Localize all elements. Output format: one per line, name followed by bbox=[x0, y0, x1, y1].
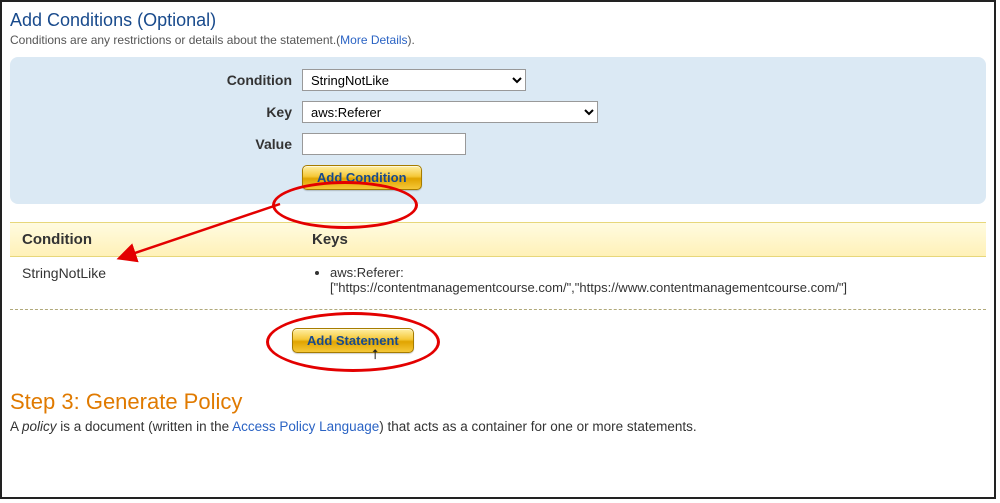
access-policy-language-link[interactable]: Access Policy Language bbox=[232, 419, 379, 434]
dashed-separator bbox=[10, 309, 986, 310]
key-label: Key bbox=[20, 104, 302, 120]
step3-title: Step 3: Generate Policy bbox=[10, 389, 986, 415]
list-item: aws:Referer: ["https://contentmanagement… bbox=[330, 265, 986, 295]
conditions-description: Conditions are any restrictions or detai… bbox=[10, 33, 986, 47]
desc-suffix: ). bbox=[408, 33, 415, 47]
keys-list: aws:Referer: ["https://contentmanagement… bbox=[312, 265, 986, 295]
conditions-table-header: Condition Keys bbox=[10, 222, 986, 257]
step3-mid: is a document (written in the bbox=[57, 419, 233, 434]
key-values: ["https://contentmanagementcourse.com/",… bbox=[330, 280, 847, 295]
add-condition-button[interactable]: Add Condition bbox=[302, 165, 422, 190]
key-name: aws:Referer: bbox=[330, 265, 404, 280]
conditions-table: Condition Keys StringNotLike aws:Referer… bbox=[10, 222, 986, 301]
row-condition-value: StringNotLike bbox=[10, 265, 312, 297]
value-label: Value bbox=[20, 136, 302, 152]
condition-label: Condition bbox=[20, 72, 302, 88]
step3-prefix: A bbox=[10, 419, 22, 434]
key-select[interactable]: aws:Referer bbox=[302, 101, 598, 123]
conditions-form-panel: Condition StringNotLike Key aws:Referer … bbox=[10, 57, 986, 204]
table-row: StringNotLike aws:Referer: ["https://con… bbox=[10, 257, 986, 301]
step3-suffix: ) that acts as a container for one or mo… bbox=[379, 419, 696, 434]
add-conditions-title: Add Conditions (Optional) bbox=[10, 10, 986, 31]
add-statement-button[interactable]: Add Statement bbox=[292, 328, 414, 353]
desc-prefix: Conditions are any restrictions or detai… bbox=[10, 33, 340, 47]
step3-description: A policy is a document (written in the A… bbox=[10, 419, 986, 434]
condition-select[interactable]: StringNotLike bbox=[302, 69, 526, 91]
value-input[interactable] bbox=[302, 133, 466, 155]
header-keys: Keys bbox=[312, 231, 986, 248]
policy-word: policy bbox=[22, 419, 57, 434]
header-condition: Condition bbox=[10, 231, 312, 248]
more-details-link[interactable]: More Details bbox=[340, 33, 407, 47]
